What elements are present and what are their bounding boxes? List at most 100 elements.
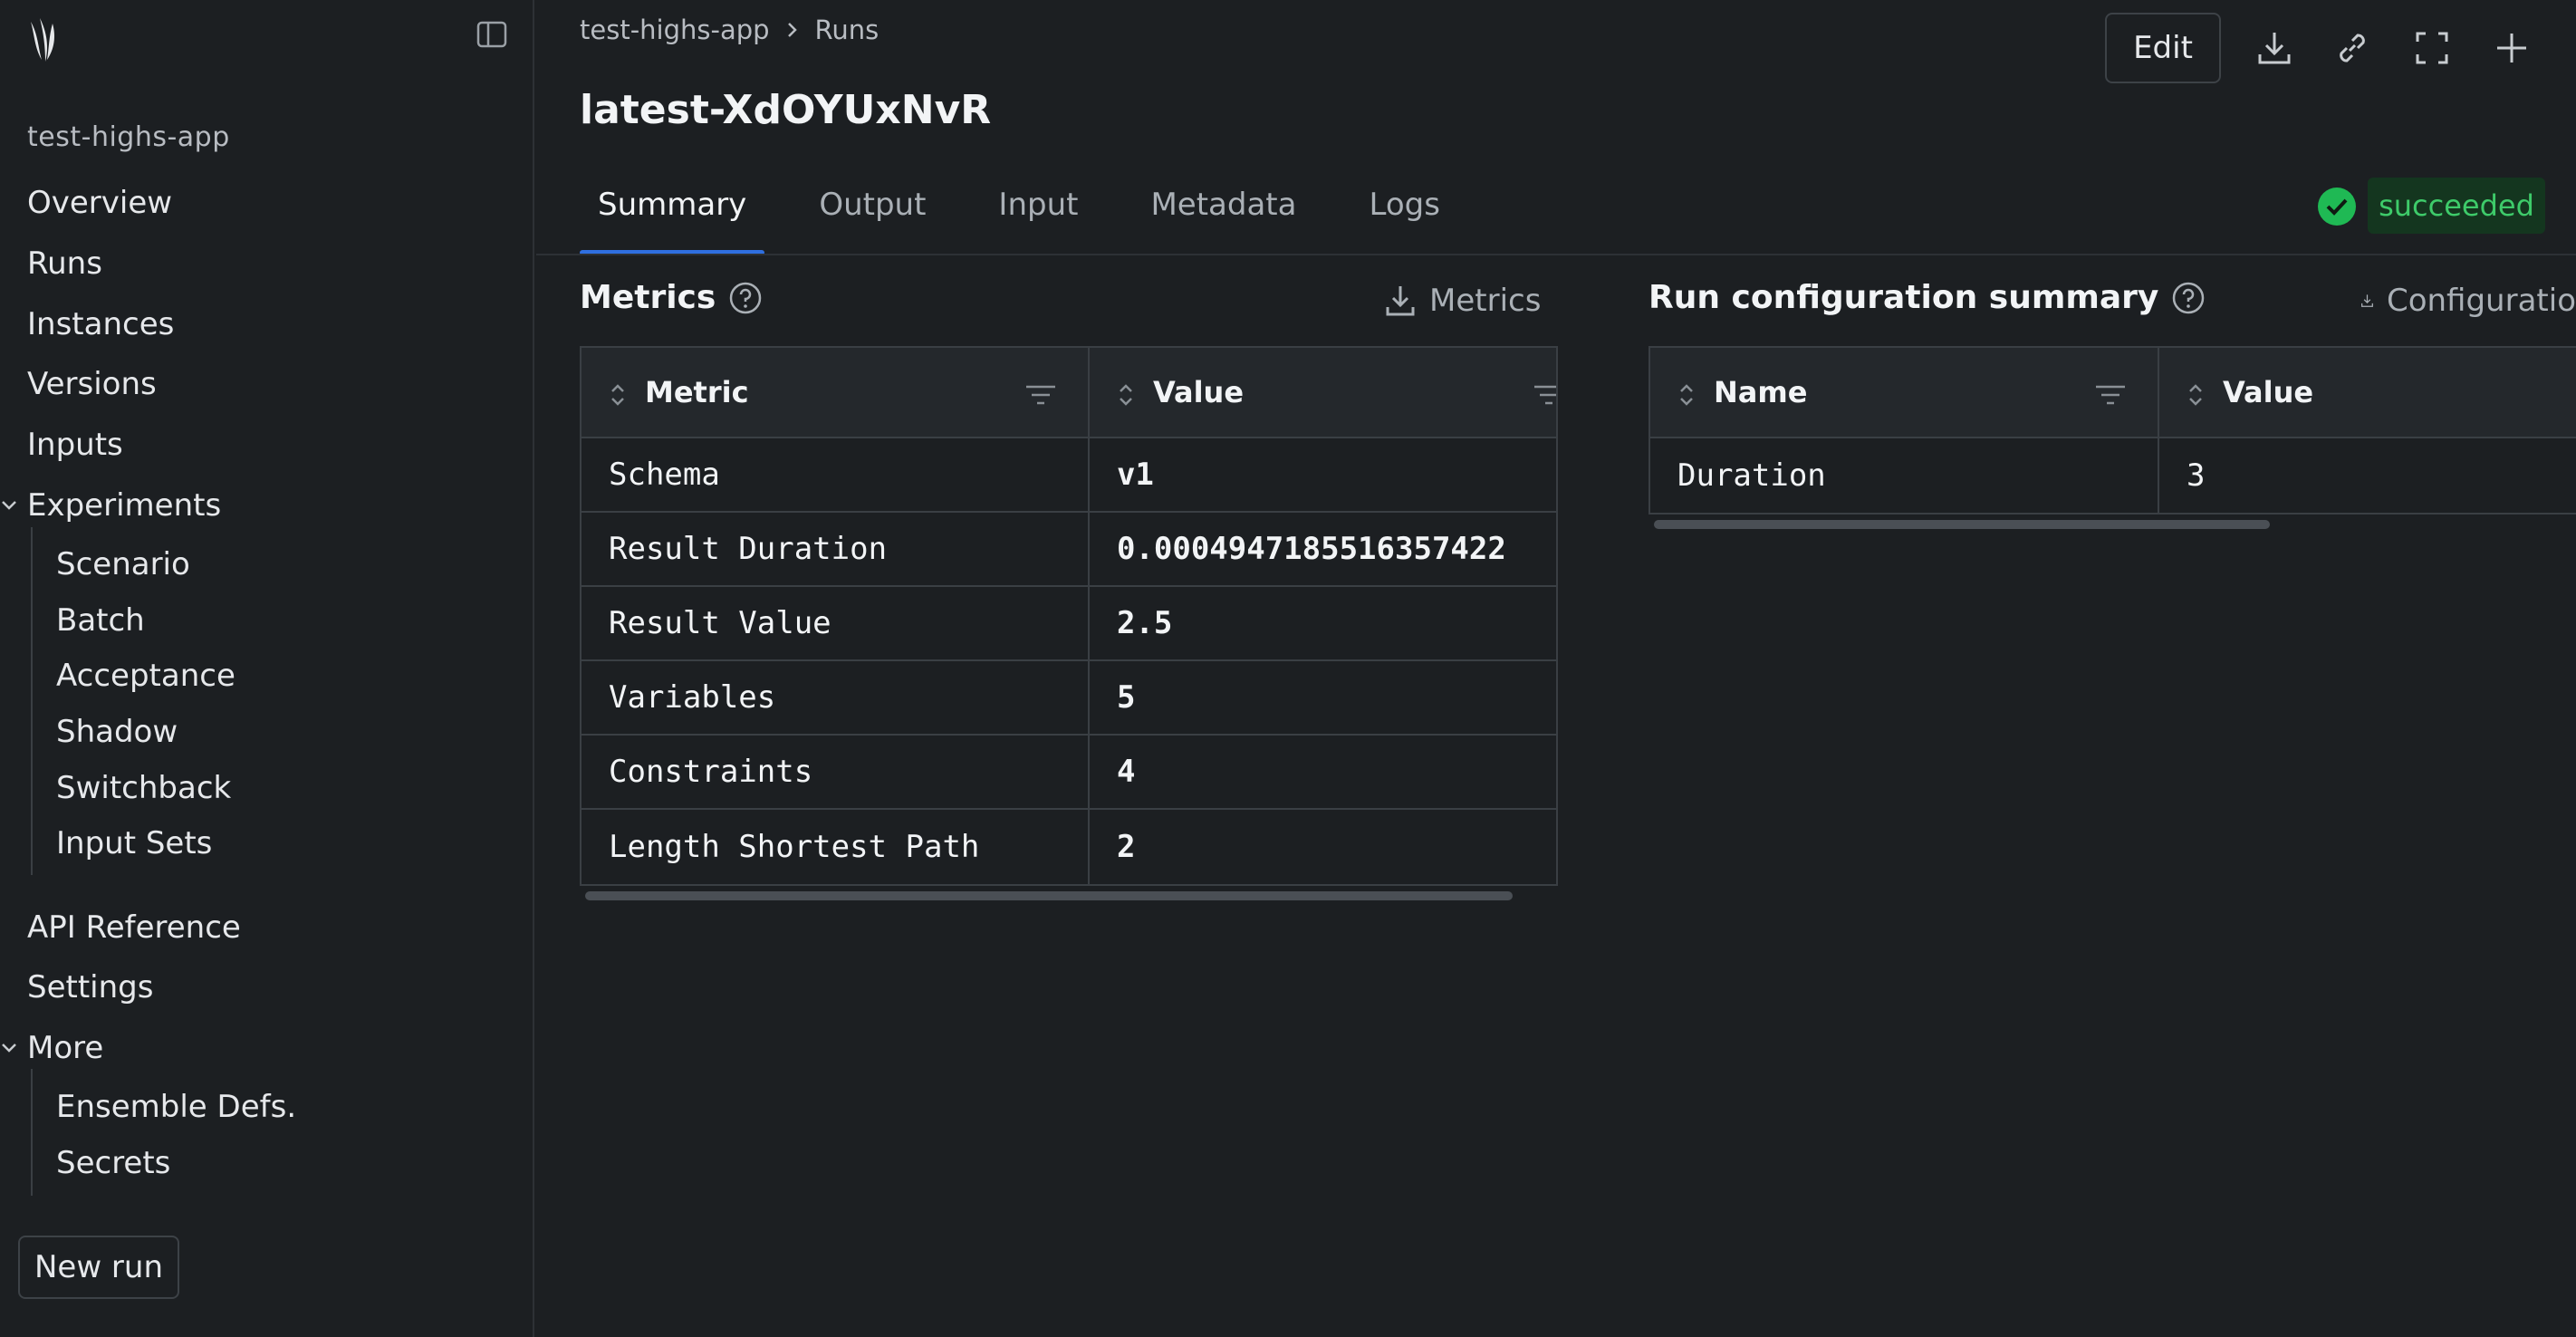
metrics-title: Metrics — [580, 279, 763, 316]
sort-icon[interactable] — [1117, 382, 1135, 408]
metric-value-cell: 5 — [1116, 679, 1136, 716]
run-config-table: Name Value Duration 3 — [1648, 346, 2576, 515]
nav-tree-line — [31, 527, 33, 875]
fullscreen-icon[interactable] — [2413, 29, 2451, 67]
metric-name-cell: Length Shortest Path — [582, 810, 1090, 884]
tab-input[interactable]: Input — [980, 172, 1096, 255]
edit-button[interactable]: Edit — [2105, 13, 2221, 83]
metric-name-cell: Variables — [582, 661, 1090, 734]
sidebar-item-experiments[interactable]: Experiments — [27, 486, 221, 525]
sidebar-item-overview[interactable]: Overview — [27, 183, 172, 223]
breadcrumb: test-highs-app Runs — [580, 14, 879, 45]
link-icon[interactable] — [2333, 29, 2371, 67]
config-name-cell: Duration — [1650, 438, 2159, 513]
config-value-cell: 3 — [2187, 457, 2206, 494]
table-row[interactable]: Schema v1 — [582, 438, 1556, 513]
metrics-table: Metric Value Schema v1 Result Duration 0… — [580, 346, 1558, 886]
column-header-label: Metric — [645, 375, 749, 409]
sort-icon[interactable] — [2187, 382, 2205, 408]
download-icon — [1386, 286, 1415, 316]
column-header-value[interactable]: Value — [2159, 348, 2576, 437]
metric-value-cell: 4 — [1116, 754, 1136, 790]
tabs-divider — [536, 254, 2576, 255]
download-icon — [2361, 294, 2373, 307]
sidebar-item-more[interactable]: More — [27, 1028, 103, 1068]
app-label: test-highs-app — [27, 121, 230, 153]
help-icon[interactable] — [2171, 281, 2206, 315]
sidebar-item-runs[interactable]: Runs — [27, 244, 102, 284]
run-config-download-label: Configuratio — [2386, 283, 2576, 319]
metrics-download-label: Metrics — [1429, 283, 1542, 319]
table-row[interactable]: Result Value 2.5 — [582, 587, 1556, 661]
sidebar-item-versions[interactable]: Versions — [27, 364, 157, 404]
sidebar: test-highs-app Overview Runs Instances V… — [0, 0, 534, 1337]
nav-tree-line — [31, 1069, 33, 1196]
sidebar-item-settings[interactable]: Settings — [27, 967, 153, 1007]
metrics-title-text: Metrics — [580, 279, 716, 316]
new-run-button[interactable]: New run — [18, 1236, 179, 1299]
tab-metadata[interactable]: Metadata — [1132, 172, 1314, 255]
sidebar-item-secrets[interactable]: Secrets — [56, 1143, 170, 1183]
add-icon[interactable] — [2493, 29, 2531, 67]
app-logo-icon[interactable] — [25, 16, 62, 65]
filter-icon[interactable] — [1024, 384, 1057, 406]
run-config-table-scrollbar[interactable] — [1654, 520, 2270, 529]
metrics-table-scrollbar[interactable] — [585, 891, 1513, 900]
download-icon[interactable] — [2255, 29, 2293, 67]
column-header-metric[interactable]: Metric — [582, 348, 1090, 437]
table-row[interactable]: Result Duration 0.0004947185516357422 — [582, 513, 1556, 587]
metric-value-cell: 0.0004947185516357422 — [1116, 531, 1506, 567]
run-config-title-text: Run configuration summary — [1648, 279, 2159, 316]
table-row[interactable]: Constraints 4 — [582, 736, 1556, 810]
tab-output[interactable]: Output — [801, 172, 944, 255]
column-header-name[interactable]: Name — [1650, 348, 2159, 437]
metric-value-cell: v1 — [1116, 457, 1154, 493]
sort-icon[interactable] — [609, 382, 627, 408]
main-content: test-highs-app Runs latest-XdOYUxNvR Edi… — [536, 0, 2576, 1337]
filter-icon[interactable] — [2094, 384, 2127, 406]
sidebar-item-batch[interactable]: Batch — [56, 601, 145, 640]
status-badge: succeeded — [2368, 178, 2545, 234]
sidebar-item-switchback[interactable]: Switchback — [56, 768, 231, 808]
help-icon[interactable] — [728, 281, 763, 315]
chevron-down-icon[interactable] — [0, 1039, 18, 1057]
sort-icon[interactable] — [1677, 382, 1696, 408]
breadcrumb-runs[interactable]: Runs — [815, 14, 879, 45]
tab-bar: Summary Output Input Metadata Logs — [580, 172, 1495, 255]
metric-name-cell: Result Value — [582, 587, 1090, 659]
column-header-value[interactable]: Value — [1090, 348, 1556, 437]
column-header-label: Value — [1152, 375, 1245, 409]
sidebar-item-input-sets[interactable]: Input Sets — [56, 823, 212, 863]
chevron-down-icon[interactable] — [0, 496, 18, 515]
column-header-label: Value — [2223, 375, 2314, 409]
sidebar-item-instances[interactable]: Instances — [27, 304, 174, 344]
table-row[interactable]: Variables 5 — [582, 661, 1556, 736]
run-config-table-header: Name Value — [1650, 348, 2576, 438]
metrics-table-header: Metric Value — [582, 348, 1556, 438]
sidebar-item-scenario[interactable]: Scenario — [56, 544, 190, 584]
sidebar-item-acceptance[interactable]: Acceptance — [56, 656, 235, 696]
tab-logs[interactable]: Logs — [1350, 172, 1457, 255]
sidebar-item-shadow[interactable]: Shadow — [56, 712, 178, 752]
run-config-download-link[interactable]: Configuratio — [2360, 283, 2576, 319]
metrics-download-link[interactable]: Metrics — [1384, 283, 1541, 319]
filter-icon[interactable] — [1533, 384, 1558, 406]
sidebar-item-api-reference[interactable]: API Reference — [27, 908, 241, 947]
tab-summary[interactable]: Summary — [580, 172, 765, 255]
sidebar-item-ensemble-defs[interactable]: Ensemble Defs. — [56, 1087, 296, 1127]
breadcrumb-app[interactable]: test-highs-app — [580, 14, 770, 45]
sidebar-toggle-icon[interactable] — [476, 20, 507, 49]
check-circle-icon — [2318, 188, 2356, 226]
metric-name-cell: Schema — [582, 438, 1090, 511]
column-header-label: Name — [1714, 375, 1808, 409]
run-config-title: Run configuration summary — [1648, 279, 2206, 316]
metric-value-cell: 2.5 — [1116, 605, 1173, 641]
page-title: latest-XdOYUxNvR — [580, 87, 992, 133]
table-row[interactable]: Duration 3 — [1650, 438, 2576, 513]
metric-value-cell: 2 — [1116, 829, 1136, 865]
metric-name-cell: Constraints — [582, 736, 1090, 808]
metric-name-cell: Result Duration — [582, 513, 1090, 585]
chevron-right-icon — [787, 23, 797, 37]
sidebar-item-inputs[interactable]: Inputs — [27, 425, 123, 465]
table-row[interactable]: Length Shortest Path 2 — [582, 810, 1556, 884]
